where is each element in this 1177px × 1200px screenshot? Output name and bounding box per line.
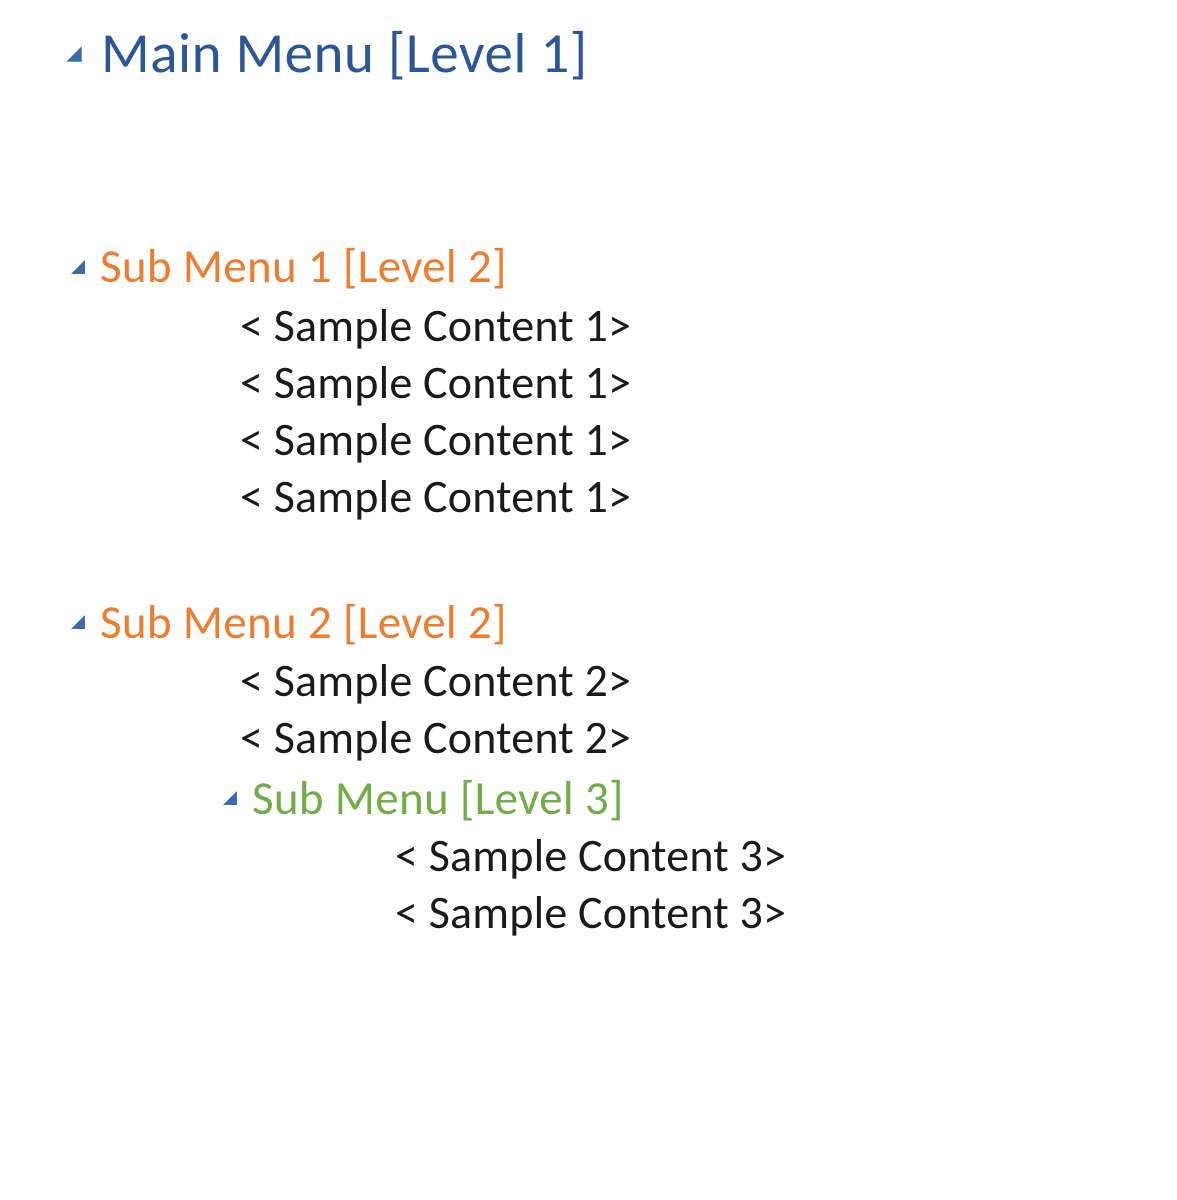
heading-level-1-row: Main Menu [Level 1] bbox=[0, 20, 1177, 88]
collapse-triangle-icon[interactable] bbox=[220, 788, 240, 808]
content-row: < Sample Content 2> bbox=[0, 654, 1177, 709]
heading-level-2-text: Sub Menu 1 [Level 2] bbox=[100, 238, 507, 294]
content-row: < Sample Content 1> bbox=[0, 413, 1177, 468]
content-row: < Sample Content 3> bbox=[0, 886, 1177, 941]
heading-level-1-text: Main Menu [Level 1] bbox=[101, 20, 588, 88]
content-text: < Sample Content 2> bbox=[240, 654, 631, 709]
content-text: < Sample Content 1> bbox=[240, 356, 631, 411]
collapse-triangle-icon[interactable] bbox=[68, 257, 88, 277]
content-row: < Sample Content 1> bbox=[0, 356, 1177, 411]
content-text: < Sample Content 1> bbox=[240, 470, 631, 525]
heading-level-2-row-sub2: Sub Menu 2 [Level 2] bbox=[0, 594, 1177, 650]
heading-level-3-text: Sub Menu [Level 3] bbox=[252, 770, 624, 826]
content-row: < Sample Content 3> bbox=[0, 829, 1177, 884]
heading-level-3-row: Sub Menu [Level 3] bbox=[0, 770, 1177, 826]
content-row: < Sample Content 2> bbox=[0, 711, 1177, 766]
content-text: < Sample Content 3> bbox=[395, 886, 786, 941]
content-row: < Sample Content 1> bbox=[0, 470, 1177, 525]
content-text: < Sample Content 3> bbox=[395, 829, 786, 884]
content-row: < Sample Content 1> bbox=[0, 299, 1177, 354]
content-text: < Sample Content 1> bbox=[240, 299, 631, 354]
content-text: < Sample Content 1> bbox=[240, 413, 631, 468]
heading-level-2-row-sub1: Sub Menu 1 [Level 2] bbox=[0, 238, 1177, 294]
heading-level-2-text: Sub Menu 2 [Level 2] bbox=[100, 594, 507, 650]
collapse-triangle-icon[interactable] bbox=[63, 43, 85, 65]
collapse-triangle-icon[interactable] bbox=[68, 612, 88, 632]
content-text: < Sample Content 2> bbox=[240, 711, 631, 766]
